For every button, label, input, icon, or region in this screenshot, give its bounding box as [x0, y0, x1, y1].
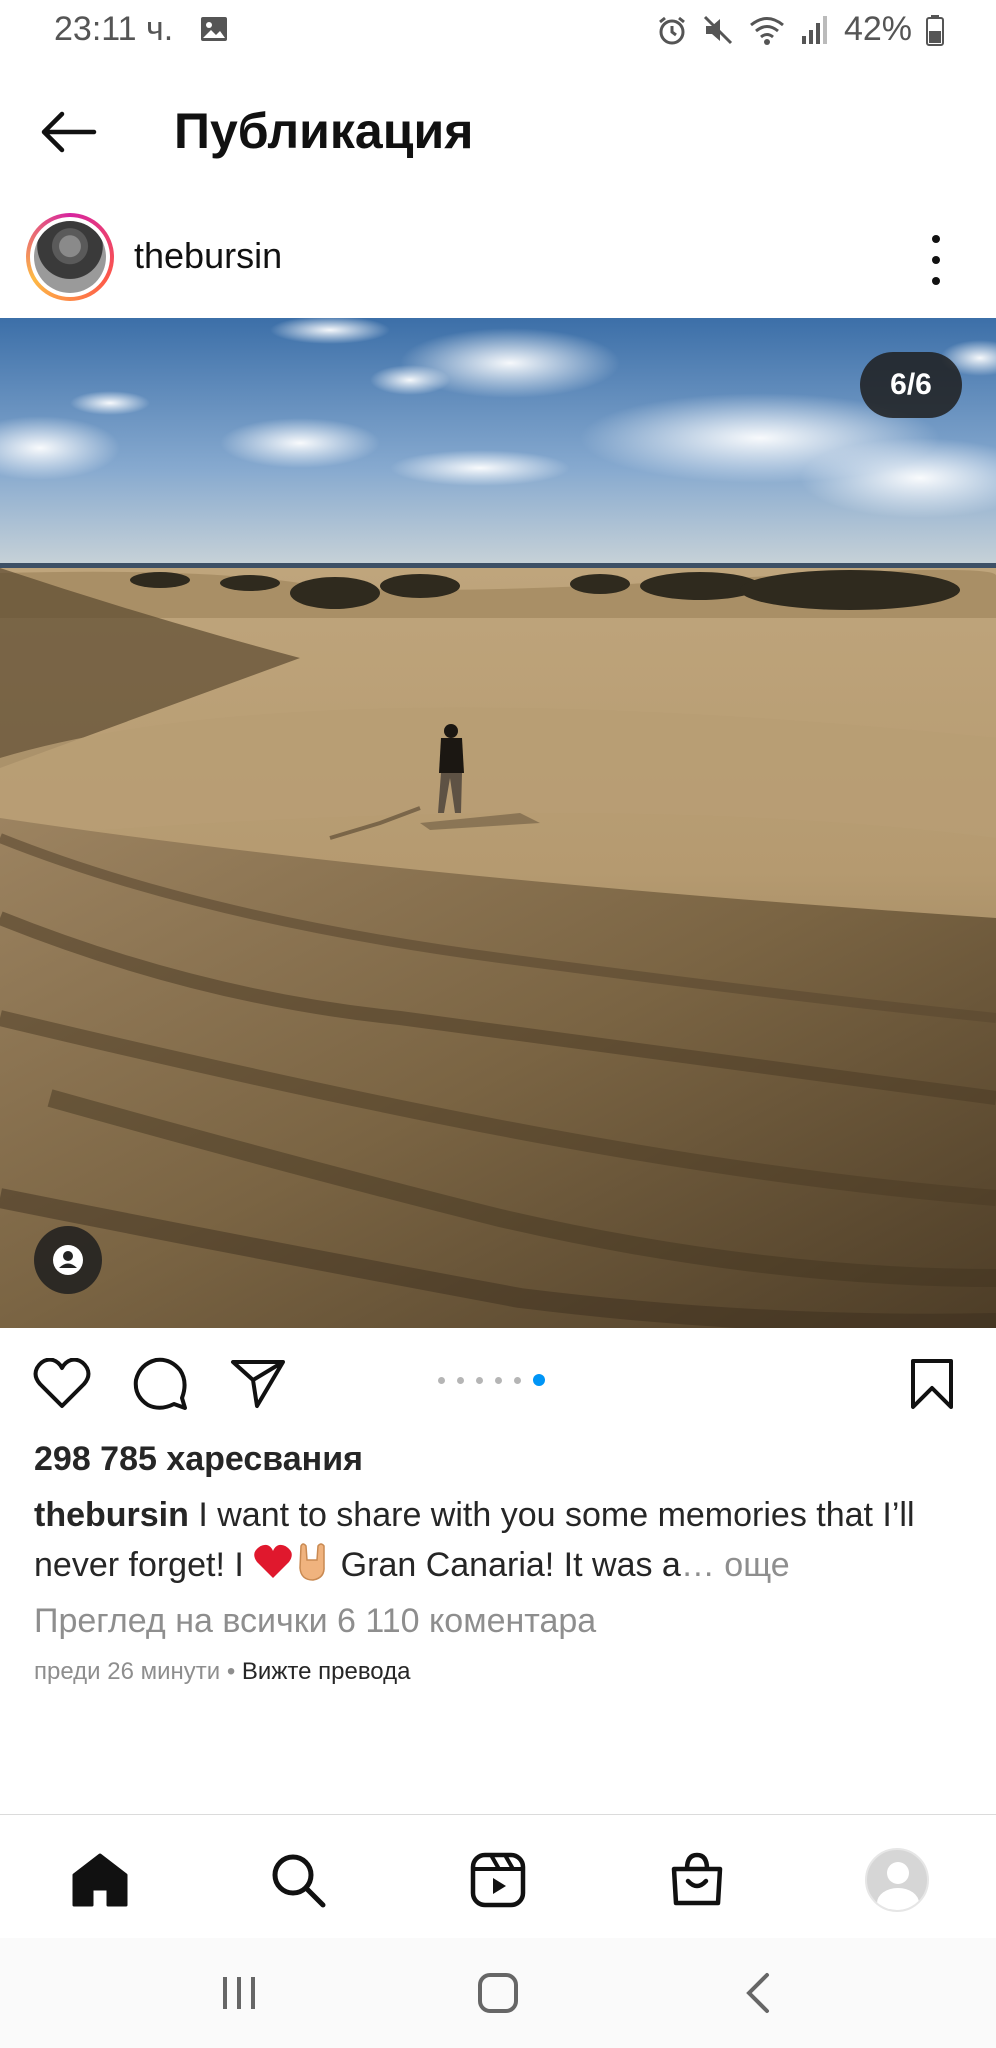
red-heart-emoji-icon: [254, 1544, 293, 1578]
caption-text-continued: Gran Canaria! It was a: [331, 1546, 681, 1584]
caption-more-link[interactable]: още: [724, 1546, 789, 1584]
recent-apps-button[interactable]: [204, 1968, 274, 2018]
caption-username[interactable]: thebursin: [34, 1496, 189, 1534]
chevron-left-icon: [746, 1973, 769, 2013]
header: Публикация: [0, 62, 996, 202]
more-dot-icon: [932, 277, 940, 285]
status-time: 23:11 ч.: [54, 10, 174, 48]
carousel-dot: [495, 1376, 502, 1384]
like-button[interactable]: [30, 1352, 94, 1416]
alarm-icon: [659, 16, 685, 44]
save-button[interactable]: [900, 1352, 964, 1416]
desert-dunes-image: [0, 318, 996, 1328]
bottom-navigation: [0, 1814, 996, 1938]
share-button[interactable]: [226, 1352, 290, 1416]
rock-on-hand-emoji-icon: [299, 1543, 326, 1581]
author-username[interactable]: thebursin: [134, 235, 282, 277]
battery-percentage: 42%: [843, 10, 912, 48]
wifi-icon: [749, 16, 784, 45]
send-icon: [231, 1360, 285, 1408]
reels-icon: [470, 1852, 526, 1908]
carousel-dot: [438, 1376, 445, 1384]
nav-profile[interactable]: [862, 1845, 932, 1915]
home-system-button[interactable]: [463, 1968, 533, 2018]
home-square-icon: [478, 1973, 518, 2013]
post-meta: преди 26 минути • Вижте превода: [34, 1658, 410, 1686]
post-caption: thebursin I want to share with you some …: [34, 1490, 964, 1590]
more-dot-icon: [932, 235, 940, 243]
bookmark-icon: [911, 1359, 953, 1409]
nav-search[interactable]: [263, 1845, 333, 1915]
tagged-users-button[interactable]: [34, 1226, 102, 1294]
meta-separator: •: [220, 1658, 242, 1685]
view-all-comments-link[interactable]: Преглед на всички 6 110 коментара: [34, 1602, 596, 1641]
carousel-dot-active: [533, 1374, 545, 1386]
heart-icon: [33, 1358, 91, 1408]
carousel-dot: [514, 1376, 521, 1384]
gallery-notification-icon: [201, 17, 227, 41]
arrow-left-icon: [41, 111, 97, 153]
shopping-bag-icon: [671, 1852, 723, 1906]
battery-icon: [926, 14, 944, 46]
nav-home[interactable]: [65, 1845, 135, 1915]
comment-icon: [133, 1357, 187, 1410]
back-button[interactable]: [36, 104, 100, 160]
caption-ellipsis: …: [680, 1546, 725, 1584]
status-bar: 23:11 ч. 42%: [0, 0, 996, 62]
post-actions-row: [0, 1340, 996, 1426]
carousel-dot: [457, 1376, 464, 1384]
more-options-button[interactable]: [916, 235, 956, 285]
author-avatar[interactable]: [26, 213, 114, 301]
post-time: преди 26 минути: [34, 1658, 221, 1685]
profile-avatar-icon: [865, 1848, 929, 1912]
back-system-button[interactable]: [724, 1968, 794, 2018]
home-icon: [72, 1853, 128, 1907]
carousel-dot: [476, 1376, 483, 1384]
mute-icon: [703, 15, 732, 44]
user-tag-icon: [53, 1245, 83, 1275]
page-title: Публикация: [174, 103, 474, 159]
carousel-indicator: [438, 1374, 545, 1386]
see-translation-link[interactable]: Вижте превода: [242, 1658, 411, 1685]
more-dot-icon: [932, 256, 940, 264]
nav-reels[interactable]: [463, 1845, 533, 1915]
status-icons: 42%: [656, 10, 944, 49]
comment-button[interactable]: [128, 1352, 192, 1416]
nav-shop[interactable]: [662, 1845, 732, 1915]
likes-count[interactable]: 298 785 харесвания: [34, 1440, 363, 1479]
avatar-image: [34, 221, 106, 293]
search-icon: [272, 1854, 326, 1908]
post-author-row: thebursin: [0, 205, 996, 315]
system-navigation-bar: [0, 1938, 996, 2048]
post-photo[interactable]: 6/6: [0, 318, 996, 1328]
signal-icon: [801, 15, 827, 44]
recent-apps-icon: [223, 1977, 255, 2009]
carousel-counter: 6/6: [860, 352, 962, 418]
